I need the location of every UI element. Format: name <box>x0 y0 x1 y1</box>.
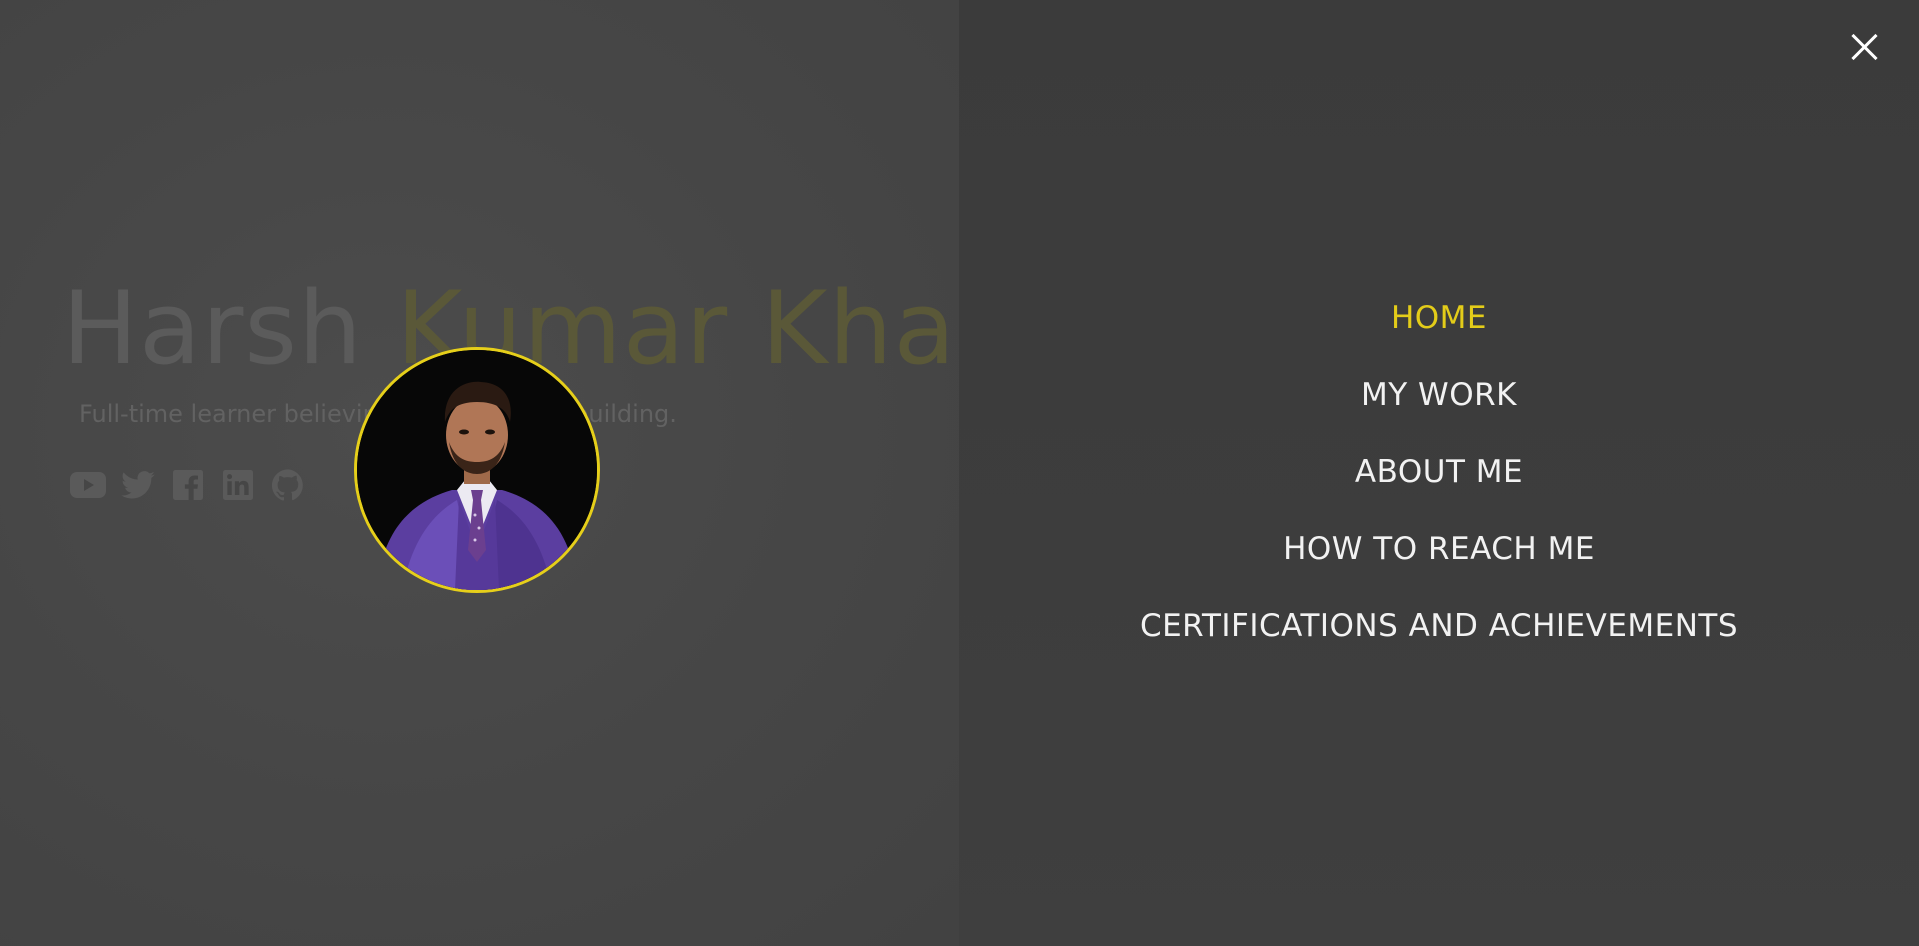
nav-overlay: HOME MY WORK ABOUT ME HOW TO REACH ME CE… <box>959 0 1919 946</box>
nav-link-my-work[interactable]: MY WORK <box>1361 377 1517 413</box>
github-icon[interactable] <box>270 467 306 503</box>
hero-section: Harsh Kumar Khatri Full-time learner bel… <box>0 0 1068 946</box>
avatar <box>354 347 600 593</box>
hero-name: Harsh Kumar Khatri <box>62 268 1069 389</box>
nav-item-home: HOME <box>959 297 1919 374</box>
social-links <box>70 467 306 503</box>
nav-menu: HOME MY WORK ABOUT ME HOW TO REACH ME CE… <box>959 297 1919 682</box>
facebook-icon[interactable] <box>170 467 206 503</box>
profile-photo <box>357 350 597 590</box>
close-icon[interactable] <box>1849 32 1879 62</box>
twitter-icon[interactable] <box>120 467 156 503</box>
nav-item-about-me: ABOUT ME <box>959 451 1919 528</box>
youtube-icon[interactable] <box>70 467 106 503</box>
nav-item-how-to-reach-me: HOW TO REACH ME <box>959 528 1919 605</box>
hero-first-name: Harsh <box>62 269 363 387</box>
nav-item-certifications: CERTIFICATIONS AND ACHIEVEMENTS <box>959 605 1919 682</box>
linkedin-icon[interactable] <box>220 467 256 503</box>
nav-item-my-work: MY WORK <box>959 374 1919 451</box>
nav-link-certifications[interactable]: CERTIFICATIONS AND ACHIEVEMENTS <box>1140 608 1738 644</box>
nav-link-how-to-reach-me[interactable]: HOW TO REACH ME <box>1283 531 1595 567</box>
nav-link-about-me[interactable]: ABOUT ME <box>1355 454 1523 490</box>
nav-link-home[interactable]: HOME <box>1391 300 1487 336</box>
